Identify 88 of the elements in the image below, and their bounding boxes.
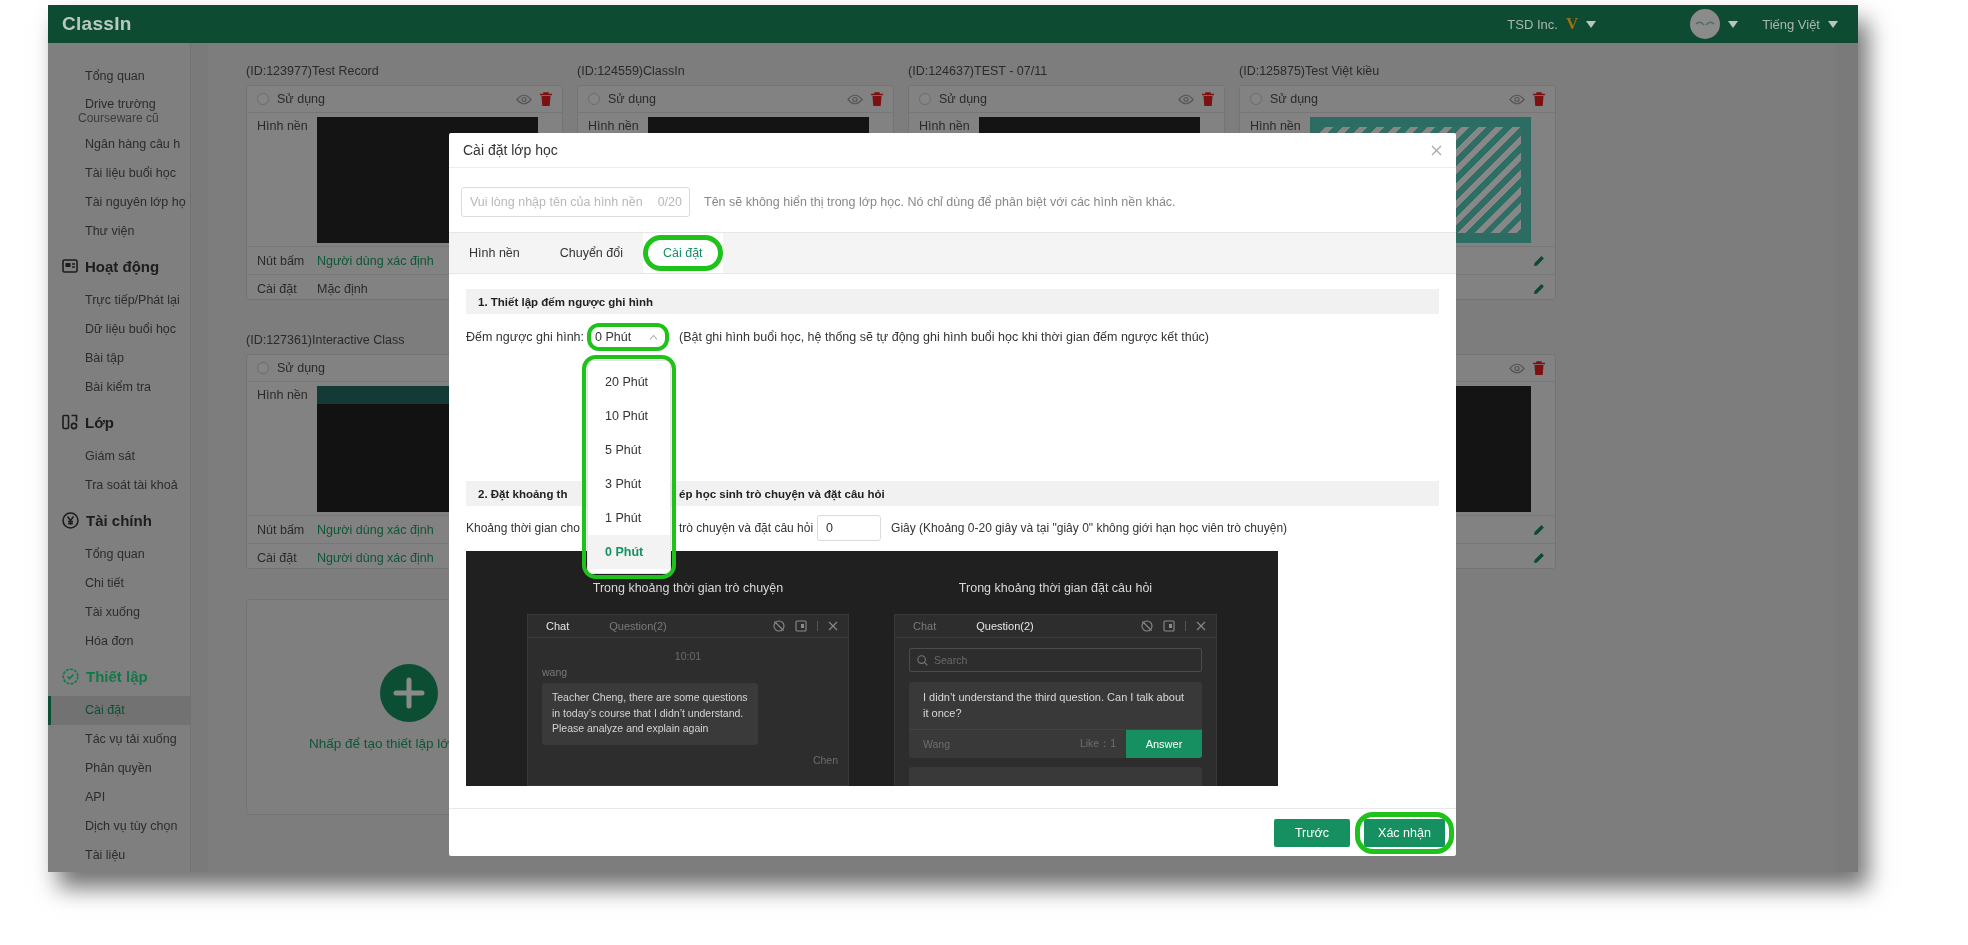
sidebar-item[interactable]: Bài kiểm tra — [48, 373, 190, 402]
sidebar-item[interactable]: Drive trường Courseware cũ — [48, 91, 190, 130]
countdown-note: (Bật ghi hình buổi học, hệ thống sẽ tự động ghi hình buổi học khi thời gian đếm ngược kết thúc) — [679, 330, 1209, 344]
field-value: Mặc định — [317, 281, 368, 296]
dialog-title: Cài đặt lớp học — [463, 142, 558, 158]
sidebar-item[interactable]: Cài đặt — [48, 696, 190, 725]
use-label: Sử dụng — [939, 92, 987, 106]
back-button[interactable]: Trước — [1274, 818, 1350, 847]
tab[interactable]: Hình nền — [449, 233, 540, 273]
sidebar-item[interactable]: Tác vụ tải xuống — [48, 725, 190, 754]
sidebar-item[interactable]: Dữ liệu buổi học — [48, 315, 190, 344]
seconds-input[interactable]: 0 — [817, 515, 882, 541]
field-label: Nút bấm — [257, 252, 306, 270]
sidebar-item[interactable]: API — [48, 783, 190, 812]
sidebar-item[interactable]: Bài tập — [48, 344, 190, 373]
field-label: Hình nền — [1250, 118, 1302, 135]
field-label: Hình nền — [588, 118, 640, 135]
panel-tab[interactable]: Chat — [913, 620, 937, 632]
template-title: (ID:127361)Interactive Class — [246, 333, 405, 347]
sidebar-item[interactable]: Tài liệu buổi học — [48, 159, 190, 188]
template-title: (ID:123977)Test Record — [246, 64, 379, 78]
name-hint: Tên sẽ không hiển thị trong lớp học. Nó chỉ dùng để phân biệt với các hình nền khác. — [704, 195, 1176, 209]
section-heading: 1. Thiết lập đếm ngược ghi hình — [478, 295, 653, 308]
field-label: Khoảng thời gian cho — [466, 521, 581, 535]
sidebar-item[interactable]: Ngân hàng câu h — [48, 130, 190, 159]
sidebar-item[interactable]: Giám sát — [48, 442, 190, 471]
dropdown-option[interactable]: 0 Phút — [588, 535, 670, 569]
sidebar-item[interactable]: Phân quyền — [48, 754, 190, 783]
create-label: Nhấp để tạo thiết lập lớ — [309, 735, 450, 751]
logo: ClassIn — [62, 13, 132, 35]
section-heading: ép học sinh trò chuyện và đặt câu hỏi — [679, 487, 885, 500]
section-title: Lớp — [85, 413, 114, 431]
use-label: Sử dụng — [277, 92, 325, 106]
use-label: Sử dụng — [608, 92, 656, 106]
panel-tab[interactable]: Question(2) — [976, 620, 1034, 632]
sidebar-item[interactable]: Tài xuống — [48, 598, 190, 627]
template-title: (ID:124637)TEST - 07/11 — [908, 64, 1048, 78]
field-value: Người dùng xác định — [317, 522, 434, 537]
search-field[interactable]: Search — [909, 648, 1202, 672]
sidebar-item[interactable]: Tài nguyên lớp họ — [48, 188, 190, 217]
section-heading: 2. Đặt khoảng th — [478, 487, 568, 500]
field-label: Đếm ngược ghi hình: — [466, 330, 584, 344]
template-title: (ID:125875)Test Việt kiều — [1239, 64, 1380, 78]
field-value: Người dùng xác định — [317, 550, 434, 565]
example-caption: Trong khoảng thời gian đặt câu hỏi — [958, 581, 1153, 595]
use-label: Sử dụng — [277, 361, 325, 375]
field-label: Nút bấm — [257, 521, 306, 539]
field-label: Hình nền — [257, 387, 309, 404]
section-title: Thiết lập — [86, 667, 148, 685]
confirm-button[interactable]: Xác nhận — [1364, 818, 1445, 847]
field-label: Hình nền — [919, 118, 971, 135]
answer-button[interactable]: Answer — [1126, 730, 1202, 758]
seconds-note: Giây (Khoảng 0-20 giây và tại "giây 0" không giới hạn học viên trò chuyện) — [891, 521, 1288, 535]
tab[interactable]: Chuyển đổi — [539, 233, 643, 273]
item-subtitle: Courseware cũ — [78, 111, 159, 125]
sidebar-item[interactable]: Thư viện — [48, 217, 190, 246]
dropdown-option[interactable]: 10 Phút — [588, 399, 670, 433]
dropdown-option[interactable]: 20 Phút — [588, 365, 670, 399]
character-counter: 0/20 — [657, 195, 682, 209]
sidebar-item[interactable]: Hóa đơn — [48, 627, 190, 656]
use-label: Sử dụng — [1270, 92, 1318, 106]
section-title: Hoạt động — [85, 257, 160, 275]
section-title: Tài chính — [86, 511, 152, 529]
sidebar-item[interactable]: Chi tiết — [48, 569, 190, 598]
field-label: trò chuyện và đặt câu hỏi — [679, 521, 814, 535]
template-title: (ID:124559)ClassIn — [577, 64, 685, 78]
language-menu[interactable]: Tiếng Việt — [1762, 16, 1838, 32]
dropdown-option[interactable]: 3 Phút — [588, 467, 670, 501]
message-time: 10:01 — [674, 650, 702, 662]
field-label: Hình nền — [257, 118, 309, 135]
organization-menu[interactable]: TSD Inc. V — [1507, 14, 1597, 34]
message-bubble: Teacher Cheng, there are some questions in today’s course that I didn’t understand. Please analyze and explain again — [542, 683, 758, 745]
field-value: Người dùng xác định — [317, 253, 434, 268]
dropdown-option[interactable]: 5 Phút — [588, 433, 670, 467]
sidebar-item[interactable]: Tra soát tài khoả — [48, 471, 190, 500]
field-label: Cài đặt — [257, 549, 298, 567]
sidebar-item[interactable]: Tổng quan — [48, 62, 190, 91]
countdown-select[interactable]: 0 Phút — [587, 323, 669, 351]
sidebar-item[interactable]: Tài liệu — [48, 841, 190, 870]
field-label: Cài đặt — [257, 280, 298, 298]
example-caption: Trong khoảng thời gian trò chuyện — [592, 581, 784, 595]
sender-name: Chen — [812, 753, 838, 766]
panel-tab[interactable]: Question(2) — [609, 620, 667, 632]
dropdown-option[interactable]: 1 Phút — [588, 501, 670, 535]
sidebar-item[interactable]: Trực tiếp/Phát lại — [48, 286, 190, 315]
sidebar-item[interactable]: Dịch vụ tùy chọn — [48, 812, 190, 841]
sidebar-item[interactable]: Tổng quan — [48, 540, 190, 569]
tab[interactable]: Cài đặt — [643, 233, 723, 273]
